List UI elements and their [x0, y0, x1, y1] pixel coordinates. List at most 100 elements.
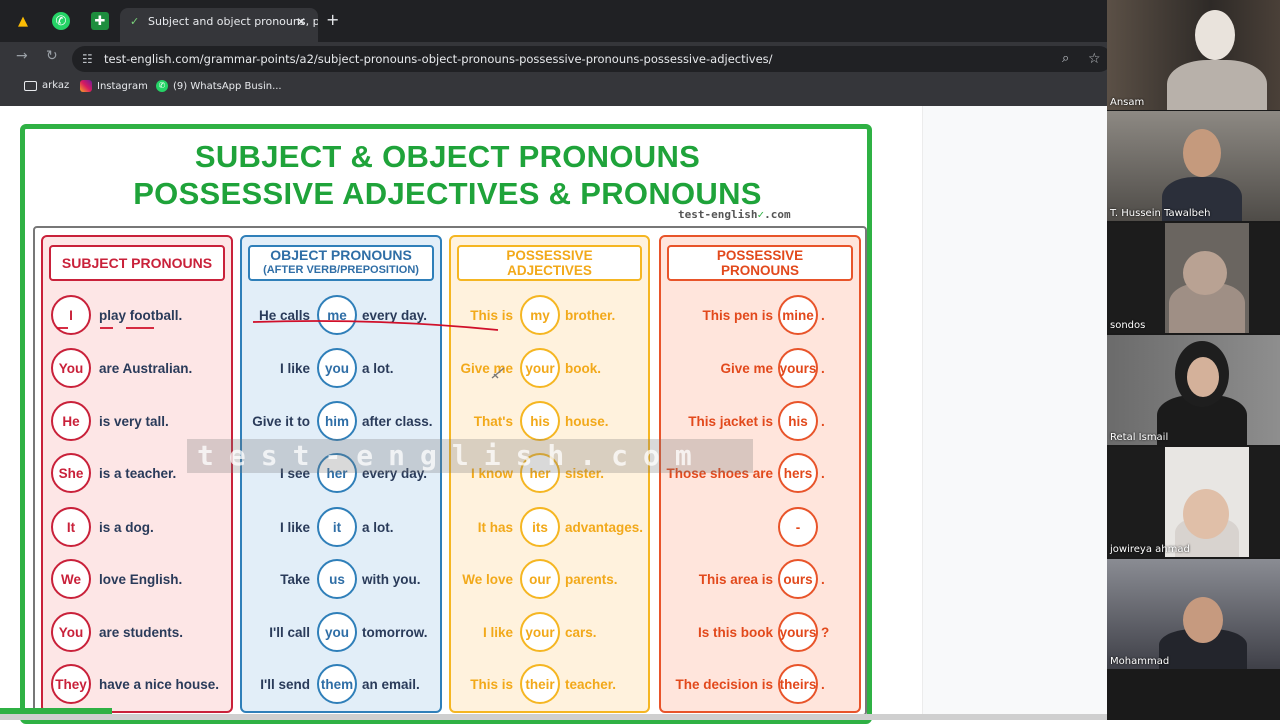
- object-header-sub: (AFTER VERB/PREPOSITION): [263, 264, 419, 276]
- bookmark-arkaz[interactable]: arkaz: [24, 80, 69, 91]
- bottom-scrollbar[interactable]: [0, 714, 1107, 720]
- example-suffix: is a teacher.: [99, 465, 177, 481]
- instagram-icon: [80, 80, 92, 92]
- pronoun-circle: He: [51, 401, 91, 441]
- pronoun-circle: mine: [778, 295, 818, 335]
- participant-tile[interactable]: T. Hussein Tawalbeh: [1107, 111, 1280, 221]
- participant-name: T. Hussein Tawalbeh: [1110, 208, 1211, 219]
- participant-tile[interactable]: Ansam: [1107, 0, 1280, 110]
- sheets-icon[interactable]: ✚: [91, 12, 109, 30]
- example-row: This is my brother.: [451, 295, 648, 335]
- example-prefix: I like: [279, 360, 310, 376]
- example-suffix: every day.: [362, 307, 428, 323]
- pronoun-circle: I: [51, 295, 91, 335]
- bookmark-whatsapp[interactable]: ✆ (9) WhatsApp Busin...: [156, 80, 282, 92]
- participant-tile[interactable]: Mohammad: [1107, 559, 1280, 669]
- example-prefix: Is this book: [697, 624, 773, 640]
- example-prefix: The decision is: [675, 676, 773, 692]
- pronoun-circle: You: [51, 612, 91, 652]
- brand-tld: .com: [764, 208, 791, 221]
- example-prefix: This is: [470, 676, 513, 692]
- example-suffix: teacher.: [565, 676, 617, 692]
- bookmark-instagram[interactable]: Instagram: [80, 80, 148, 92]
- pronoun-circle: You: [51, 348, 91, 388]
- example-suffix: .: [821, 413, 825, 429]
- example-prefix: Give it to: [252, 413, 310, 429]
- participant-name: jowireya ahmad: [1110, 544, 1190, 555]
- forward-icon[interactable]: →: [16, 48, 28, 64]
- example-row: He is very tall.: [43, 401, 231, 441]
- close-tab-icon[interactable]: ✕: [296, 8, 306, 36]
- tab-title: Subject and object pronouns, p: [148, 15, 318, 28]
- pronoun-circle: him: [317, 401, 357, 441]
- site-info-icon[interactable]: ☷: [82, 46, 93, 72]
- reload-icon[interactable]: ↻: [46, 48, 58, 64]
- person-figure: [1183, 251, 1227, 295]
- example-prefix: Give me: [720, 360, 773, 376]
- possessive-adjectives-column: POSSESSIVE ADJECTIVES This is my brother. G…: [449, 235, 650, 713]
- participant-name: Retal Ismail: [1110, 432, 1169, 443]
- video-feed: [1107, 111, 1280, 221]
- example-row: It has its advantages.: [451, 507, 648, 547]
- pronoun-circle: yours: [778, 348, 818, 388]
- example-row: This pen is mine.: [661, 295, 859, 335]
- pronoun-circle: It: [51, 507, 91, 547]
- example-row: Take us with you.: [242, 559, 440, 599]
- example-row: I like it a lot.: [242, 507, 440, 547]
- example-prefix: We love: [462, 571, 513, 587]
- zoom-icon[interactable]: ⌕: [1062, 46, 1069, 72]
- example-suffix: ?: [821, 624, 830, 640]
- pronoun-circle: We: [51, 559, 91, 599]
- poss-pron-header-line1: POSSESSIVE: [716, 248, 804, 263]
- object-header-title: OBJECT PRONOUNS: [270, 247, 412, 263]
- example-row: This area is ours.: [661, 559, 859, 599]
- pronoun-circle: their: [520, 664, 560, 704]
- new-tab-icon[interactable]: +: [326, 10, 339, 29]
- participant-tile[interactable]: sondos: [1107, 223, 1280, 333]
- page-content: SUBJECT & OBJECT PRONOUNS POSSESSIVE ADJ…: [0, 106, 1107, 724]
- video-gallery: Ansam T. Hussein Tawalbeh sondos Retal I…: [1107, 0, 1280, 720]
- poss-pron-header: POSSESSIVE PRONOUNS: [667, 245, 853, 281]
- example-row: They have a nice house.: [43, 664, 231, 704]
- google-drive-icon[interactable]: ▲: [14, 12, 32, 30]
- url-text: test-english.com/grammar-points/a2/subje…: [104, 52, 773, 66]
- example-prefix: I'll send: [260, 676, 310, 692]
- person-figure: [1183, 129, 1221, 177]
- example-suffix: play football.: [99, 307, 183, 323]
- address-bar[interactable]: ☷ test-english.com/grammar-points/a2/sub…: [72, 46, 1112, 72]
- example-suffix: is very tall.: [99, 413, 169, 429]
- example-row: He calls me every day.: [242, 295, 440, 335]
- person-figure: [1167, 60, 1267, 110]
- example-prefix: Take: [280, 571, 310, 587]
- video-feed: [1165, 223, 1249, 333]
- tab-active[interactable]: ✓ Subject and object pronouns, p: [120, 8, 318, 42]
- tab-bar: ▲ ✆ ✚ ✓ Subject and object pronouns, p ✕…: [0, 0, 1107, 42]
- example-row: This is their teacher.: [451, 664, 648, 704]
- example-suffix: love English.: [99, 571, 183, 587]
- example-suffix: brother.: [565, 307, 616, 323]
- brand-name: test-english: [678, 208, 758, 221]
- example-row: Iplay football.: [43, 295, 231, 335]
- example-row: Is this book yours?: [661, 612, 859, 652]
- participant-tile[interactable]: jowireya ahmad: [1107, 447, 1280, 557]
- example-suffix: .: [821, 676, 825, 692]
- example-suffix: advantages.: [565, 519, 644, 535]
- example-row: You are Australian.: [43, 348, 231, 388]
- example-suffix: cars.: [565, 624, 597, 640]
- whatsapp-icon[interactable]: ✆: [52, 12, 70, 30]
- pronoun-circle: me: [317, 295, 357, 335]
- poss-adj-header: POSSESSIVE ADJECTIVES: [457, 245, 642, 281]
- example-row: I'll send them an email.: [242, 664, 440, 704]
- example-row: Give me your book.: [451, 348, 648, 388]
- example-row: You are students.: [43, 612, 231, 652]
- example-suffix: .: [821, 307, 825, 323]
- person-figure: [1183, 489, 1229, 539]
- participant-tile[interactable]: Retal Ismail: [1107, 335, 1280, 445]
- example-suffix: .: [821, 571, 825, 587]
- example-suffix: are students.: [99, 624, 184, 640]
- address-row: → ↻ ☷ test-english.com/grammar-points/a2…: [0, 42, 1112, 74]
- example-suffix: .: [821, 465, 825, 481]
- example-row: It is a dog.: [43, 507, 231, 547]
- bookmark-star-icon[interactable]: ☆: [1088, 46, 1101, 72]
- example-row: I like your cars.: [451, 612, 648, 652]
